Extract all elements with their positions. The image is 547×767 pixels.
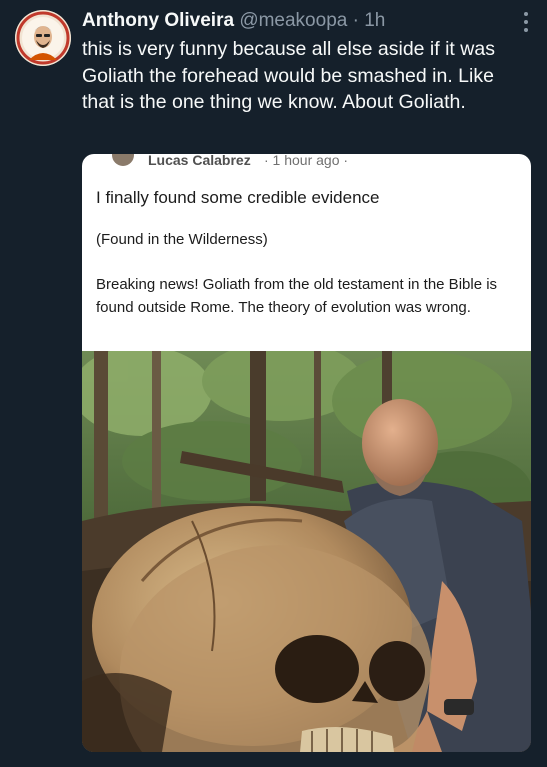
more-dots-icon[interactable]: [523, 12, 529, 34]
author-name[interactable]: Anthony Oliveira: [82, 10, 234, 31]
embedded-poster-name: Lucas Calabrez: [148, 154, 251, 168]
tweet: Anthony Oliveira @meakoopa · 1h this is …: [0, 0, 547, 767]
tweet-text: this is very funny because all else asid…: [82, 38, 495, 113]
embedded-avatar: [112, 154, 134, 166]
forest-skull-photo: [82, 351, 531, 752]
attached-image[interactable]: Lucas Calabrez · 1 hour ago · I finally …: [82, 154, 531, 752]
tweet-header: Anthony Oliveira @meakoopa · 1h: [82, 9, 385, 33]
embedded-post-body: Breaking news! Goliath from the old test…: [96, 276, 498, 316]
embedded-post-title: I finally found some credible evidence: [96, 188, 380, 207]
timestamp[interactable]: 1h: [364, 10, 385, 31]
separator: ·: [352, 10, 359, 31]
author-handle[interactable]: @meakoopa: [239, 10, 347, 31]
embedded-post-meta: · 1 hour ago ·: [264, 154, 349, 168]
avatar-illustration: [15, 10, 71, 66]
embedded-post-header: Lucas Calabrez · 1 hour ago ·: [82, 154, 531, 168]
avatar[interactable]: [15, 10, 71, 66]
embedded-post-subtitle: (Found in the Wilderness): [96, 231, 268, 248]
